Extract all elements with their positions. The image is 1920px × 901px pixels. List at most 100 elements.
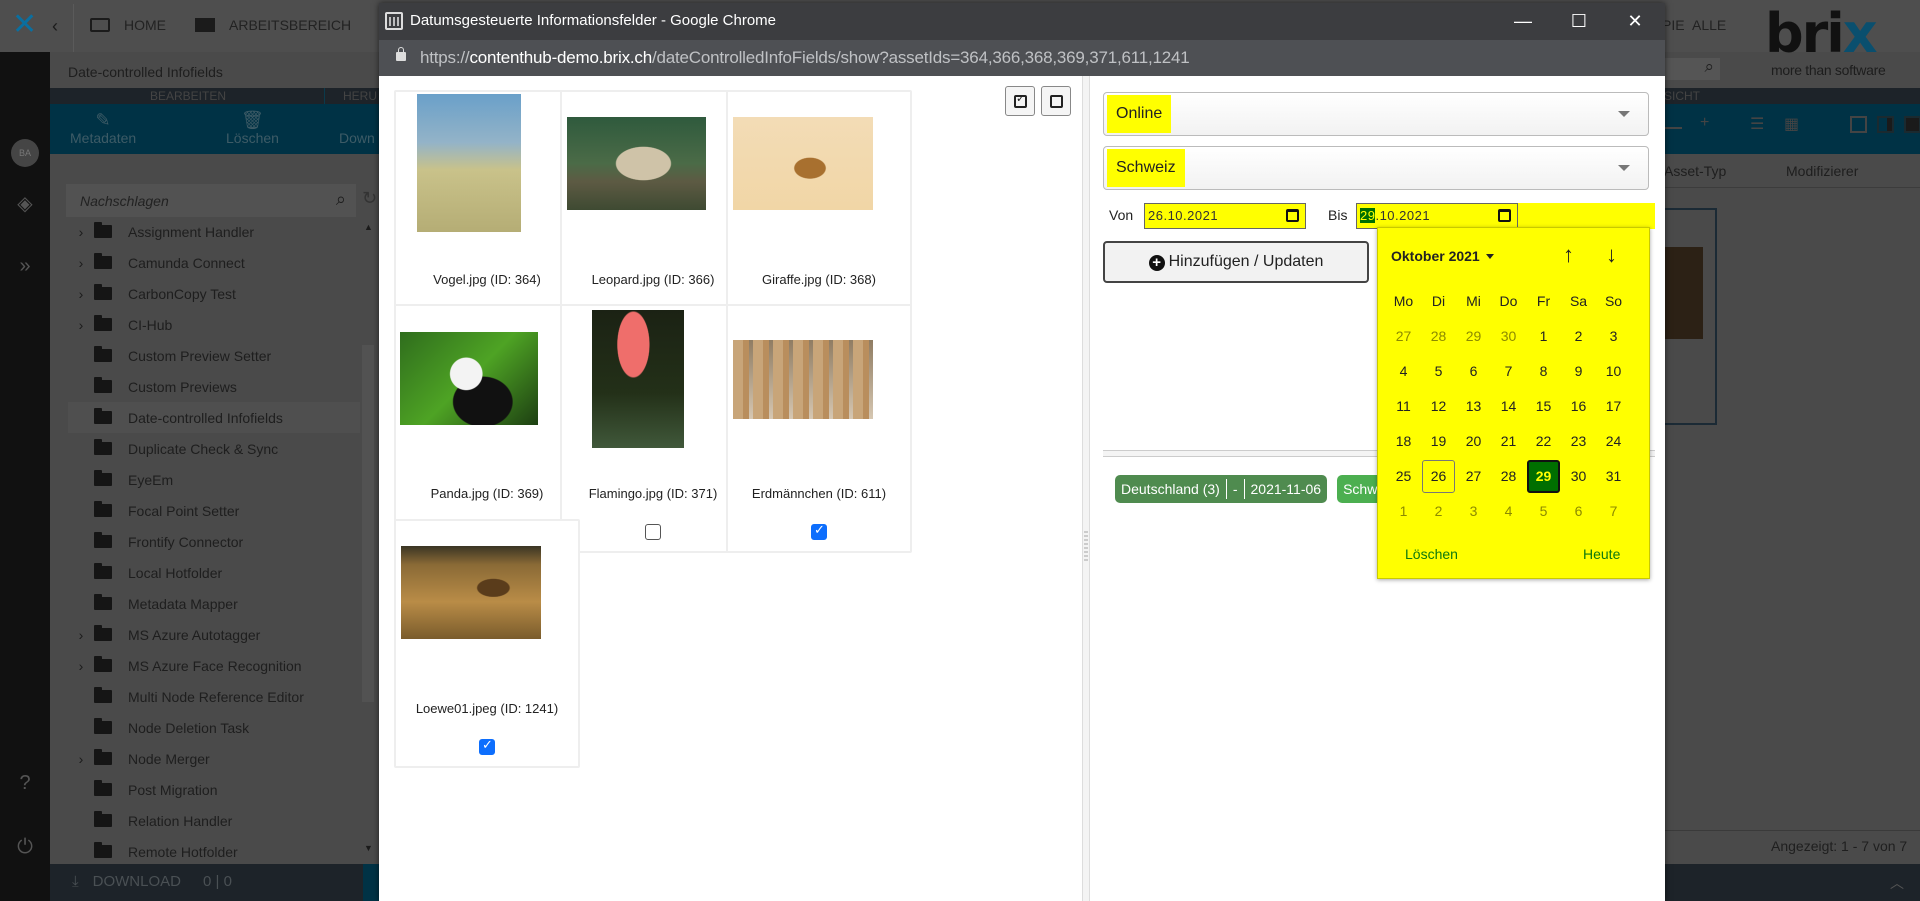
tree-scrollbar[interactable] [362,345,374,702]
list-view-icon[interactable]: ☰ [1750,114,1764,134]
scroll-up-icon[interactable]: ▲ [364,222,373,232]
download-button[interactable]: Down [339,110,375,146]
calendar-day[interactable]: 28 [1491,459,1526,494]
tree-item[interactable]: › Assignment Handler [68,216,360,247]
chevron-right-icon[interactable]: › [68,751,94,767]
tree-item[interactable]: Date-controlled Infofields [68,402,360,433]
calendar-day[interactable]: 5 [1526,494,1561,529]
calendar-day[interactable]: 31 [1596,459,1631,494]
calendar-day[interactable]: 25 [1386,459,1421,494]
col-modifier[interactable]: Modifizierer [1786,163,1858,179]
calendar-day[interactable]: 28 [1421,319,1456,354]
calendar-day-selected[interactable]: 29 [1526,459,1561,494]
calendar-day[interactable]: 3 [1596,319,1631,354]
asset-checkbox[interactable] [479,737,495,755]
tree-item[interactable]: Duplicate Check & Sync [68,433,360,464]
tree-item[interactable]: Metadata Mapper [68,588,360,619]
zoom-in-icon[interactable]: + [1700,114,1709,132]
tree-item[interactable]: › CarbonCopy Test [68,278,360,309]
tree-item[interactable]: › CI-Hub [68,309,360,340]
calendar-day[interactable]: 23 [1561,424,1596,459]
chat-forward-icon[interactable]: » [13,254,37,278]
tree-item[interactable]: › Node Merger [68,743,360,774]
tree-search-input[interactable]: Nachschlagen ⌕ [66,184,356,217]
tree-item[interactable]: Relation Handler [68,805,360,836]
today-button[interactable]: Heute [1583,546,1620,562]
panel-splitter[interactable] [1082,76,1090,901]
nav-partial-crumb[interactable]: PIE [1662,17,1685,33]
user-avatar[interactable]: BA [11,139,39,167]
chevron-right-icon[interactable]: › [68,317,94,333]
calendar-day-range-start[interactable]: 26 [1421,459,1456,494]
url-text[interactable]: https://contenthub-demo.brix.ch/dateCont… [420,48,1190,68]
calendar-day[interactable]: 8 [1526,354,1561,389]
chevron-right-icon[interactable]: › [68,627,94,643]
tab-download[interactable]: HERU [343,89,377,103]
layers-icon[interactable]: ◈ [13,192,37,216]
layout-single-icon[interactable] [1850,116,1867,133]
from-date-input[interactable]: 26.10.2021 [1144,203,1306,229]
col-asset-type[interactable]: Asset-Typ [1664,163,1726,179]
chevron-right-icon[interactable]: › [68,286,94,302]
layout-full-icon[interactable] [1904,116,1920,133]
deselect-all-button[interactable] [1041,86,1071,116]
chevron-right-icon[interactable]: › [68,255,94,271]
asset-checkbox[interactable] [811,522,827,540]
nav-all[interactable]: ALLE [1692,17,1726,33]
calendar-day[interactable]: 10 [1596,354,1631,389]
tree-item[interactable]: Local Hotfolder [68,557,360,588]
scroll-down-icon[interactable]: ▼ [364,843,373,853]
tree-item[interactable]: Custom Preview Setter [68,340,360,371]
calendar-day[interactable]: 7 [1491,354,1526,389]
calendar-icon[interactable] [1286,209,1299,222]
calendar-day[interactable]: 30 [1561,459,1596,494]
calendar-day[interactable]: 6 [1561,494,1596,529]
search-icon[interactable]: ⌕ [336,189,346,210]
tree-item[interactable]: Remote Hotfolder [68,836,360,867]
calendar-day[interactable]: 14 [1491,389,1526,424]
zoom-slider[interactable] [1662,127,1682,129]
calendar-day[interactable]: 3 [1456,494,1491,529]
tree-item[interactable]: › Camunda Connect [68,247,360,278]
grid-view-icon[interactable]: ▦ [1784,114,1799,134]
status-select[interactable]: Online [1103,92,1649,136]
refresh-icon[interactable]: ↻ [362,188,377,209]
calendar-day[interactable]: 30 [1491,319,1526,354]
calendar-day[interactable]: 6 [1456,354,1491,389]
calendar-day[interactable]: 11 [1386,389,1421,424]
calendar-icon[interactable] [1498,209,1511,222]
delete-button[interactable]: 🗑 Löschen [226,110,279,146]
calendar-day[interactable]: 15 [1526,389,1561,424]
chevron-right-icon[interactable]: › [68,224,94,240]
nav-workspace[interactable]: ARBEITSBEREICH [195,17,351,33]
calendar-day[interactable]: 24 [1596,424,1631,459]
tab-view[interactable]: SICHT [1664,89,1700,103]
back-chevron-icon[interactable]: ‹ [52,16,58,37]
calendar-day[interactable]: 19 [1421,424,1456,459]
calendar-day[interactable]: 1 [1386,494,1421,529]
asset-checkbox[interactable] [645,524,661,540]
calendar-day[interactable]: 17 [1596,389,1631,424]
previous-month-arrow-icon[interactable]: ↑ [1563,242,1574,268]
close-icon[interactable]: ✕ [1607,3,1663,40]
calendar-day[interactable]: 4 [1386,354,1421,389]
calendar-day[interactable]: 4 [1491,494,1526,529]
tab-edit[interactable]: BEARBEITEN [150,89,226,103]
nav-home[interactable]: HOME [90,17,166,33]
global-search-button[interactable] [1660,57,1720,80]
calendar-day[interactable]: 27 [1386,319,1421,354]
chevron-up-icon[interactable]: ︿ [1890,873,1904,893]
tree-item[interactable]: Node Deletion Task [68,712,360,743]
calendar-day[interactable]: 2 [1421,494,1456,529]
infofield-tag[interactable]: Deutschland (3) -2021-11-06 [1115,475,1328,503]
chevron-right-icon[interactable]: › [68,658,94,674]
calendar-day[interactable]: 9 [1561,354,1596,389]
tree-item[interactable]: Post Migration [68,774,360,805]
add-update-button[interactable]: + Hinzufügen / Updaten [1103,241,1369,283]
calendar-day[interactable]: 2 [1561,319,1596,354]
clear-date-button[interactable]: Löschen [1405,546,1458,562]
calendar-day[interactable]: 12 [1421,389,1456,424]
tree-item[interactable]: Multi Node Reference Editor [68,681,360,712]
calendar-day[interactable]: 18 [1386,424,1421,459]
calendar-day[interactable]: 1 [1526,319,1561,354]
